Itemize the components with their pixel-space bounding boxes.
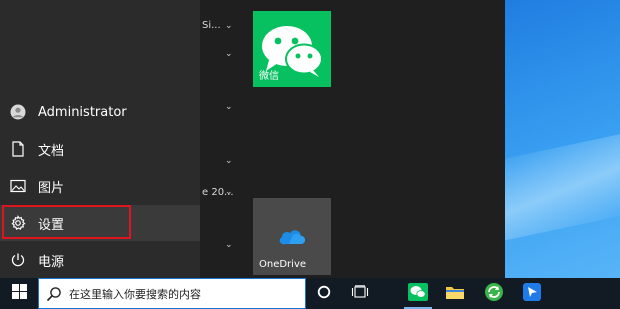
folder-icon <box>445 284 465 304</box>
cortana-circle-icon <box>317 284 331 303</box>
rail-item-documents[interactable]: 文档 <box>0 131 200 167</box>
chevron-down-icon[interactable]: ⌄ <box>225 156 233 166</box>
taskbar-file-explorer[interactable] <box>437 278 473 309</box>
chevron-down-icon[interactable]: ⌄ <box>225 102 233 112</box>
rail-label-pictures: 图片 <box>38 180 65 196</box>
rail-label-power: 电源 <box>38 254 65 270</box>
taskbar-blue-app[interactable] <box>514 278 550 309</box>
rail-item-power[interactable]: 电源 <box>0 242 200 278</box>
task-view-button[interactable] <box>342 278 378 309</box>
user-account-item[interactable]: Administrator <box>0 94 200 130</box>
start-button[interactable] <box>0 278 38 309</box>
chevron-down-icon[interactable]: ⌄ <box>225 187 233 197</box>
blue-arrow-app-icon <box>522 282 542 306</box>
tile-onedrive[interactable]: OneDrive <box>253 198 331 275</box>
rail-label-documents: 文档 <box>38 143 65 159</box>
picture-icon <box>10 178 26 194</box>
power-icon <box>10 252 26 268</box>
user-name: Administrator <box>38 104 127 120</box>
tile-label-onedrive: OneDrive <box>259 259 307 270</box>
chevron-down-icon[interactable]: ⌄ <box>225 21 233 31</box>
app-list-partial: Si... ⌄ ⌄ ⌄ ⌄ e 20... ⌄ ⌄ <box>200 0 248 278</box>
taskbar-search-box[interactable]: 在这里输入你要搜索的内容 <box>38 278 306 309</box>
chevron-down-icon[interactable]: ⌄ <box>225 49 233 59</box>
tile-wechat[interactable]: 微信 <box>253 11 331 87</box>
chevron-down-icon[interactable]: ⌄ <box>225 240 233 250</box>
tile-label-wechat: 微信 <box>259 71 279 82</box>
task-view-icon <box>351 284 369 303</box>
onedrive-cloud-icon <box>279 228 305 250</box>
taskbar-green-app[interactable] <box>476 278 512 309</box>
search-placeholder: 在这里输入你要搜索的内容 <box>69 287 201 301</box>
start-menu: Administrator 文档 图片 设置 电源 Si... ⌄ ⌄ ⌄ ⌄ … <box>0 0 505 278</box>
windows-logo-icon <box>11 284 27 303</box>
taskbar-wechat[interactable] <box>400 278 436 309</box>
taskbar: 在这里输入你要搜索的内容 <box>0 278 620 309</box>
document-icon <box>10 141 26 157</box>
user-avatar-icon <box>10 104 26 120</box>
search-icon <box>46 286 62 302</box>
settings-highlight-box <box>2 205 131 239</box>
refresh-globe-icon <box>484 282 504 306</box>
wechat-icon <box>408 282 428 305</box>
rail-item-pictures[interactable]: 图片 <box>0 168 200 204</box>
app-list-fragment: Si... <box>202 20 221 31</box>
cortana-button[interactable] <box>306 278 342 309</box>
